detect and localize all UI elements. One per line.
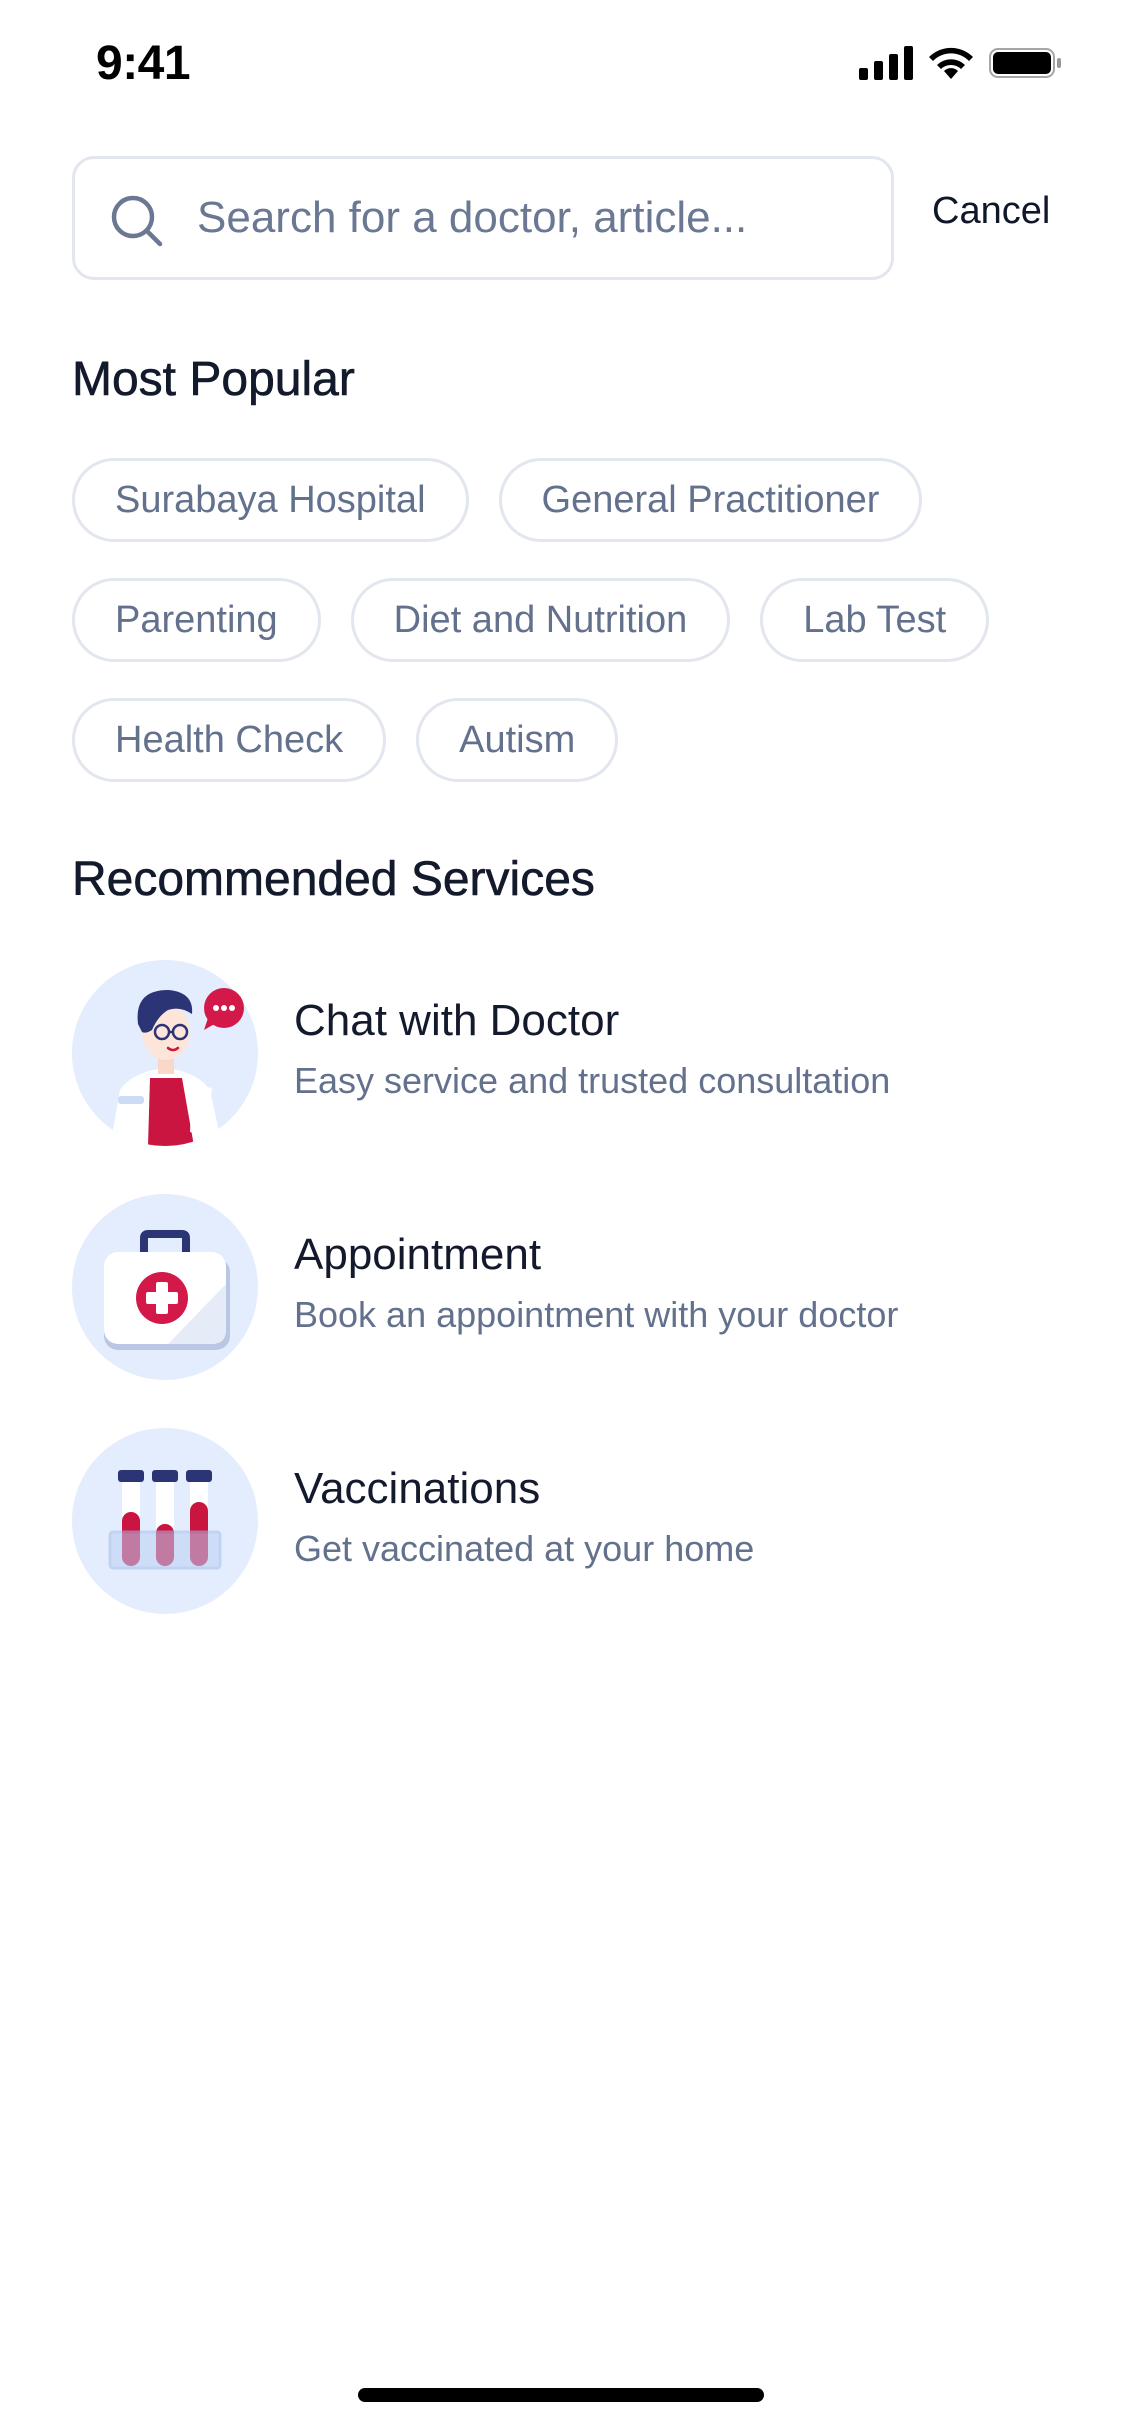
service-title: Chat with Doctor (294, 996, 620, 1045)
status-bar: 9:41 (0, 0, 1125, 132)
chip-autism[interactable]: Autism (416, 698, 619, 782)
recommended-services-title: Recommended Services (72, 853, 595, 907)
status-time: 9:41 (96, 37, 191, 90)
medical-kit-icon (72, 1194, 258, 1380)
chip-general-practitioner[interactable]: General Practitioner (498, 458, 923, 542)
search-icon (111, 195, 163, 247)
wifi-icon (929, 47, 973, 79)
most-popular-title: Most Popular (72, 353, 355, 407)
search-box[interactable] (72, 156, 894, 280)
doctor-chat-icon (72, 960, 258, 1146)
service-description: Book an appointment with your doctor (294, 1294, 899, 1335)
battery-icon (989, 48, 1061, 78)
chips-row: Parenting Diet and Nutrition Lab Test (72, 578, 990, 662)
service-description: Easy service and trusted consultation (294, 1060, 891, 1101)
chip-lab-test[interactable]: Lab Test (760, 578, 990, 662)
chip-diet-and-nutrition[interactable]: Diet and Nutrition (350, 578, 731, 662)
chip-surabaya-hospital[interactable]: Surabaya Hospital (72, 458, 469, 542)
chips-row: Surabaya Hospital General Practitioner (72, 458, 923, 542)
search-input[interactable] (197, 159, 857, 277)
service-appointment[interactable]: Appointment Book an appointment with you… (72, 1194, 1062, 1380)
service-vaccinations[interactable]: Vaccinations Get vaccinated at your home (72, 1428, 1062, 1614)
service-title: Vaccinations (294, 1464, 541, 1513)
service-title: Appointment (294, 1230, 542, 1279)
home-indicator[interactable] (358, 2388, 764, 2402)
service-chat-with-doctor[interactable]: Chat with Doctor Easy service and truste… (72, 960, 1062, 1146)
signal-icon (859, 46, 913, 80)
cancel-button[interactable]: Cancel (932, 190, 1050, 233)
chip-health-check[interactable]: Health Check (72, 698, 387, 782)
test-tubes-icon (72, 1428, 258, 1614)
status-icons (859, 46, 1063, 80)
chip-parenting[interactable]: Parenting (72, 578, 321, 662)
service-description: Get vaccinated at your home (294, 1528, 755, 1569)
chips-row: Health Check Autism (72, 698, 619, 782)
